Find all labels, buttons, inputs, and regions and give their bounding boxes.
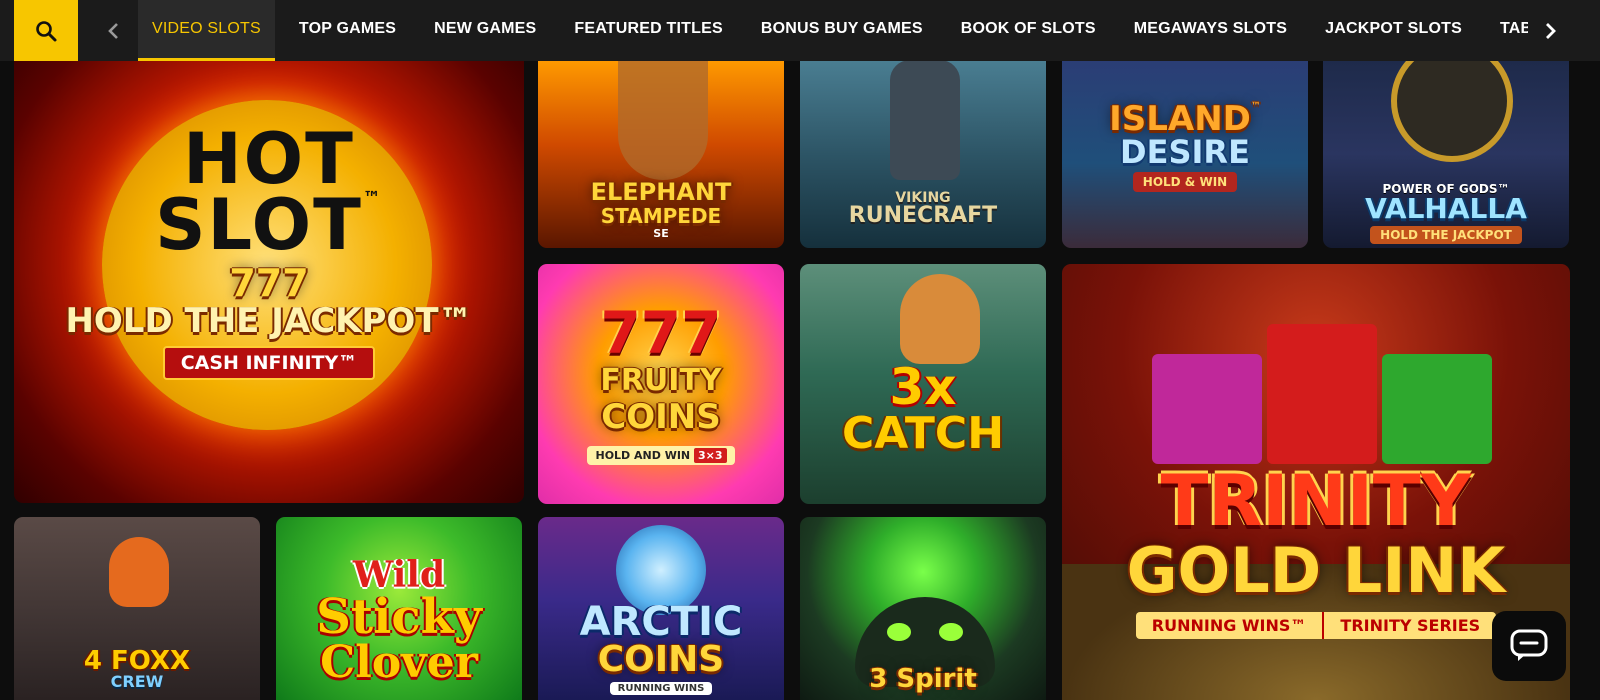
search-button[interactable] (14, 0, 78, 61)
live-chat-button[interactable] (1492, 611, 1566, 681)
tab-jackpot-slots[interactable]: JACKPOT SLOTS (1311, 0, 1476, 61)
game-title-line: COINS (601, 396, 721, 437)
chevron-right-icon (1546, 22, 1556, 39)
celtic-coin-art (1391, 60, 1513, 162)
tab-featured-titles[interactable]: FEATURED TITLES (560, 0, 736, 61)
game-title-line: DESIRE (1120, 133, 1250, 171)
game-title-line: VALHALLA (1365, 191, 1527, 225)
game-subtitle-banner: HOLD AND WIN 3×3 (587, 445, 735, 465)
game-subtitle-banner: HOLD & WIN (1132, 172, 1238, 192)
game-tile-elephant-stampede[interactable]: ELEPHANT STAMPEDE SE (538, 60, 784, 248)
game-tile-3-spirit[interactable]: 3 Spirit (800, 517, 1046, 700)
search-icon (36, 20, 57, 41)
game-title-line: ARCTIC (579, 598, 743, 645)
viking-art (890, 60, 960, 180)
game-title-line: STAMPEDE (600, 203, 722, 228)
tab-top-games[interactable]: TOP GAMES (285, 0, 410, 61)
tab-megaways-slots[interactable]: MEGAWAYS SLOTS (1120, 0, 1301, 61)
game-title-line: CREW (110, 671, 164, 691)
tab-bonus-buy-games[interactable]: BONUS BUY GAMES (747, 0, 937, 61)
game-title-line: HOLD THE JACKPOT™ (65, 300, 473, 341)
tab-new-games[interactable]: NEW GAMES (420, 0, 550, 61)
scroll-right-button[interactable] (1532, 0, 1568, 61)
scroll-left-button[interactable] (96, 0, 132, 61)
chat-icon (1510, 629, 1548, 661)
game-title-line: 4 FOXX (83, 645, 191, 676)
elephant-art (618, 60, 708, 180)
tab-book-of-slots[interactable]: BOOK OF SLOTS (947, 0, 1110, 61)
game-title-line: CATCH (841, 408, 1005, 459)
game-title-line: COINS (597, 638, 725, 680)
game-tile-power-of-gods-valhalla[interactable]: POWER OF GODS™ VALHALLA HOLD THE JACKPOT (1323, 60, 1569, 248)
game-tile-arctic-coins[interactable]: ARCTIC COINS RUNNING WINS (538, 517, 784, 700)
game-tile-viking-runecraft[interactable]: VIKING RUNECRAFT (800, 60, 1046, 248)
tab-table-games[interactable]: TABLE GAMES (1486, 0, 1528, 61)
tab-video-slots[interactable]: VIDEO SLOTS (138, 0, 275, 61)
game-title-line: Sticky (316, 588, 482, 645)
game-title-line: Clover (320, 636, 478, 688)
game-tile-wild-sticky-clover[interactable]: Wild Sticky Clover (276, 517, 522, 700)
game-title-line: ISLAND™ (1109, 99, 1261, 139)
game-subtitle-banner: HOLD THE JACKPOT (1370, 225, 1522, 244)
game-title-line: FRUITY (600, 362, 722, 398)
game-title-line: TRINITY (1160, 459, 1472, 542)
game-title-line: 777 (600, 298, 722, 367)
game-tile-island-desire[interactable]: ISLAND™ DESIRE HOLD & WIN (1062, 60, 1308, 248)
game-tile-hot-slot[interactable]: HOT SLOT™ 777 HOLD THE JACKPOT™ CASH INF… (14, 60, 524, 503)
category-nav-bar: VIDEO SLOTS TOP GAMES NEW GAMES FEATURED TI… (0, 0, 1600, 61)
game-title-line: 777 (229, 260, 309, 305)
game-title-line: SE (653, 226, 669, 240)
game-title-line: RUNECRAFT (848, 203, 998, 228)
game-title-line: Wild (352, 553, 446, 596)
category-tabs: VIDEO SLOTS TOP GAMES NEW GAMES FEATURED TI… (138, 0, 1528, 61)
game-tile-fruity-coins[interactable]: 777 FRUITY COINS HOLD AND WIN 3×3 (538, 264, 784, 504)
fox-art (109, 537, 169, 607)
game-title-line: ELEPHANT (590, 177, 732, 206)
game-tile-4-foxx-crew[interactable]: 4 FOXX CREW (14, 517, 260, 700)
game-subtitle-banner: CASH INFINITY™ (162, 345, 376, 380)
game-title-line: GOLD LINK (1126, 533, 1506, 607)
game-subtitle-banner: RUNNING WINS (609, 681, 713, 695)
game-subtitle-banner: RUNNING WINS™ TRINITY SERIES (1135, 611, 1497, 639)
chevron-left-icon (108, 22, 118, 39)
game-title-line: 3x (889, 358, 957, 416)
game-tile-3x-catch[interactable]: 3x CATCH (800, 264, 1046, 504)
dynamite-art (1152, 324, 1492, 464)
fisherman-art (900, 274, 980, 364)
game-title-line: 3 Spirit (869, 663, 977, 694)
game-title-line: SLOT™ (155, 183, 383, 266)
